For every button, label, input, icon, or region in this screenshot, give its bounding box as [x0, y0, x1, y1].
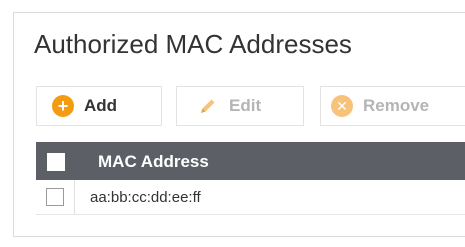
- remove-button-label: Remove: [363, 96, 430, 115]
- table-row[interactable]: aa:bb:cc:dd:ee:ff: [36, 180, 465, 215]
- column-header-mac-address[interactable]: MAC Address: [98, 152, 209, 172]
- toolbar: + Add Edit ✕ Remove: [36, 86, 465, 126]
- add-button-label: Add: [84, 96, 118, 115]
- select-all-checkbox[interactable]: [47, 153, 65, 171]
- add-button[interactable]: + Add: [36, 86, 162, 126]
- remove-button[interactable]: ✕ Remove: [320, 86, 465, 126]
- row-checkbox[interactable]: [46, 188, 64, 206]
- edit-button[interactable]: Edit: [176, 86, 304, 126]
- table-header: MAC Address: [36, 142, 465, 180]
- plus-circle-icon: +: [52, 95, 74, 117]
- column-divider: [74, 180, 75, 214]
- authorized-mac-panel: Authorized MAC Addresses + Add Edit ✕ Re…: [13, 12, 465, 237]
- panel-title: Authorized MAC Addresses: [34, 29, 352, 59]
- edit-button-label: Edit: [229, 96, 262, 115]
- x-circle-icon: ✕: [331, 95, 353, 117]
- pencil-icon: [197, 95, 219, 117]
- mac-address-cell: aa:bb:cc:dd:ee:ff: [90, 189, 201, 206]
